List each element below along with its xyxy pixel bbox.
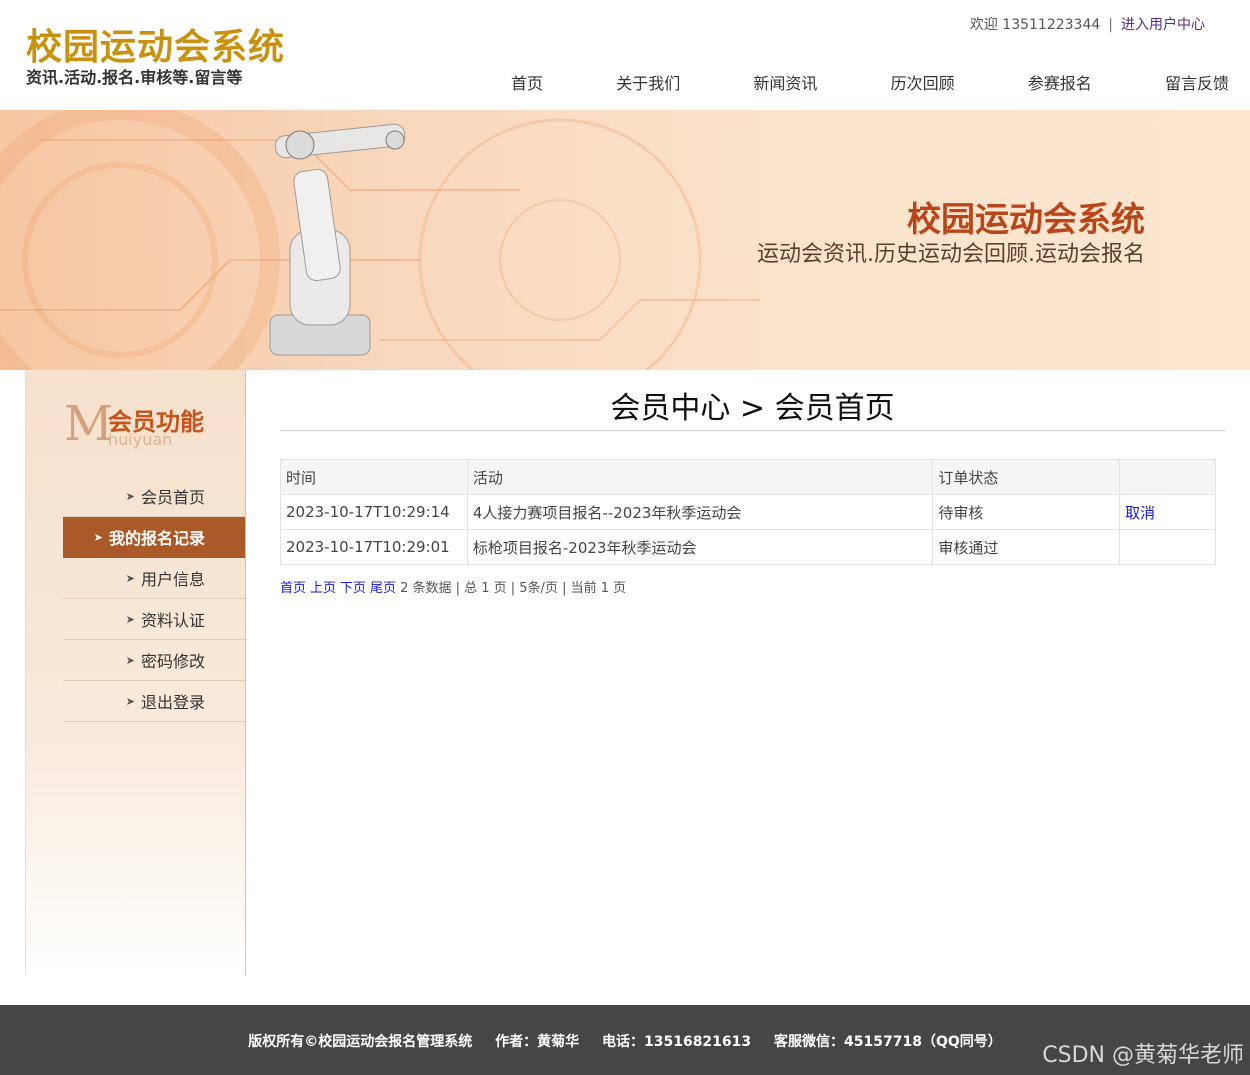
cell-activity: 标枪项目报名-2023年秋季运动会 bbox=[466, 529, 934, 565]
nav-feedback[interactable]: 留言反馈 bbox=[1159, 70, 1235, 94]
topbar-separator: | bbox=[1108, 17, 1113, 33]
nav-news[interactable]: 新闻资讯 bbox=[747, 70, 823, 94]
pager-last-link[interactable]: 尾页 bbox=[370, 581, 396, 596]
sidebar-item-my-signups[interactable]: ➤ 我的报名记录 bbox=[63, 517, 245, 558]
pager-summary: 2 条数据 | 总 1 页 | 5条/页 | 当前 1 页 bbox=[400, 581, 627, 596]
sidebar-item-label: 退出登录 bbox=[140, 693, 205, 712]
sidebar-heading-letter: M bbox=[64, 396, 114, 452]
pagination: 首页 上页 下页 尾页 2 条数据 | 总 1 页 | 5条/页 | 当前 1 页 bbox=[280, 577, 626, 596]
sidebar-item-user-info[interactable]: ➤ 用户信息 bbox=[63, 558, 245, 599]
robot-arm-image bbox=[269, 123, 406, 356]
cell-time: 2023-10-17T10:29:01 bbox=[280, 529, 468, 565]
signup-records-table: 时间 活动 订单状态 2023-10-17T10:29:14 4人接力赛项目报名… bbox=[280, 459, 1216, 565]
top-user-bar: 欢迎 13511223344 | 进入用户中心 bbox=[970, 14, 1205, 34]
nav-home[interactable]: 首页 bbox=[505, 70, 549, 94]
cell-action bbox=[1119, 529, 1216, 565]
footer-copyright: 版权所有©校园运动会报名管理系统 bbox=[248, 1034, 473, 1050]
sidebar-menu: ➤ 会员首页 ➤ 我的报名记录 ➤ 用户信息 ➤ 资料认证 ➤ 密码修改 ➤ 退出登录 bbox=[63, 476, 245, 722]
csdn-watermark: CSDN @黄菊华老师 bbox=[1042, 1043, 1244, 1068]
table-row: 2023-10-17T10:29:01 标枪项目报名-2023年秋季运动会 审核… bbox=[280, 529, 1216, 565]
column-header-action bbox=[1119, 459, 1216, 495]
sidebar-item-label: 资料认证 bbox=[140, 611, 205, 630]
chevron-right-icon: ➤ bbox=[125, 612, 135, 626]
column-header-status: 订单状态 bbox=[932, 459, 1121, 495]
sidebar-item-logout[interactable]: ➤ 退出登录 bbox=[63, 681, 245, 722]
chevron-right-icon: ➤ bbox=[125, 694, 135, 708]
sidebar-heading-english: huiyuan bbox=[108, 430, 173, 449]
footer-phone: 电话：13516821613 bbox=[601, 1034, 752, 1050]
column-header-activity: 活动 bbox=[466, 459, 934, 495]
nav-about[interactable]: 关于我们 bbox=[610, 70, 686, 94]
nav-signup[interactable]: 参赛报名 bbox=[1022, 70, 1098, 94]
banner-subtitle: 运动会资讯.历史运动会回顾.运动会报名 bbox=[757, 242, 1145, 267]
column-header-time: 时间 bbox=[280, 459, 468, 495]
pager-first-link[interactable]: 首页 bbox=[280, 581, 306, 596]
cell-status: 待审核 bbox=[932, 494, 1121, 530]
chevron-right-icon: ➤ bbox=[93, 530, 103, 544]
sidebar-item-label: 会员首页 bbox=[140, 488, 205, 507]
member-sidebar: M 会员功能 huiyuan ➤ 会员首页 ➤ 我的报名记录 ➤ 用户信息 ➤ 资料认证… bbox=[25, 370, 246, 975]
cell-activity: 4人接力赛项目报名--2023年秋季运动会 bbox=[466, 494, 934, 530]
page-title: 会员中心 > 会员首页 bbox=[280, 370, 1225, 431]
footer-wechat: 客服微信：45157718（QQ同号） bbox=[774, 1034, 1002, 1050]
user-center-link[interactable]: 进入用户中心 bbox=[1121, 17, 1205, 33]
banner-title: 校园运动会系统 bbox=[907, 200, 1145, 240]
pager-prev-link[interactable]: 上页 bbox=[310, 581, 336, 596]
main-content: 会员中心 > 会员首页 时间 活动 订单状态 2023-10-17T10:29:… bbox=[280, 370, 1225, 596]
cell-action: 取消 bbox=[1119, 494, 1216, 530]
site-header: 校园运动会系统 资讯.活动.报名.审核等.留言等 欢迎 13511223344 |… bbox=[0, 0, 1250, 110]
main-nav: 首页 关于我们 新闻资讯 历次回顾 参赛报名 留言反馈 bbox=[505, 70, 1235, 94]
cell-status: 审核通过 bbox=[932, 529, 1121, 565]
site-logo-subtitle: 资讯.活动.报名.审核等.留言等 bbox=[26, 68, 243, 87]
site-logo-title[interactable]: 校园运动会系统 bbox=[26, 18, 285, 70]
hero-banner: 校园运动会系统 运动会资讯.历史运动会回顾.运动会报名 bbox=[0, 110, 1250, 370]
cell-time: 2023-10-17T10:29:14 bbox=[280, 494, 468, 530]
chevron-right-icon: ➤ bbox=[125, 489, 135, 503]
sidebar-item-password[interactable]: ➤ 密码修改 bbox=[63, 640, 245, 681]
chevron-right-icon: ➤ bbox=[125, 571, 135, 585]
chevron-right-icon: ➤ bbox=[125, 653, 135, 667]
sidebar-item-label: 我的报名记录 bbox=[108, 529, 205, 548]
footer-author: 作者：黄菊华 bbox=[495, 1034, 580, 1050]
sidebar-item-member-home[interactable]: ➤ 会员首页 bbox=[63, 476, 245, 517]
table-header-row: 时间 活动 订单状态 bbox=[280, 459, 1216, 495]
site-footer: 版权所有©校园运动会报名管理系统 作者：黄菊华 电话：13516821613 客… bbox=[0, 1005, 1250, 1075]
welcome-text: 欢迎 13511223344 bbox=[969, 17, 1101, 33]
nav-history[interactable]: 历次回顾 bbox=[885, 70, 961, 94]
sidebar-item-label: 密码修改 bbox=[140, 652, 205, 671]
pager-next-link[interactable]: 下页 bbox=[340, 581, 366, 596]
sidebar-item-verification[interactable]: ➤ 资料认证 bbox=[63, 599, 245, 640]
table-row: 2023-10-17T10:29:14 4人接力赛项目报名--2023年秋季运动… bbox=[280, 494, 1216, 530]
sidebar-item-label: 用户信息 bbox=[140, 570, 205, 589]
cancel-button[interactable]: 取消 bbox=[1125, 504, 1155, 522]
